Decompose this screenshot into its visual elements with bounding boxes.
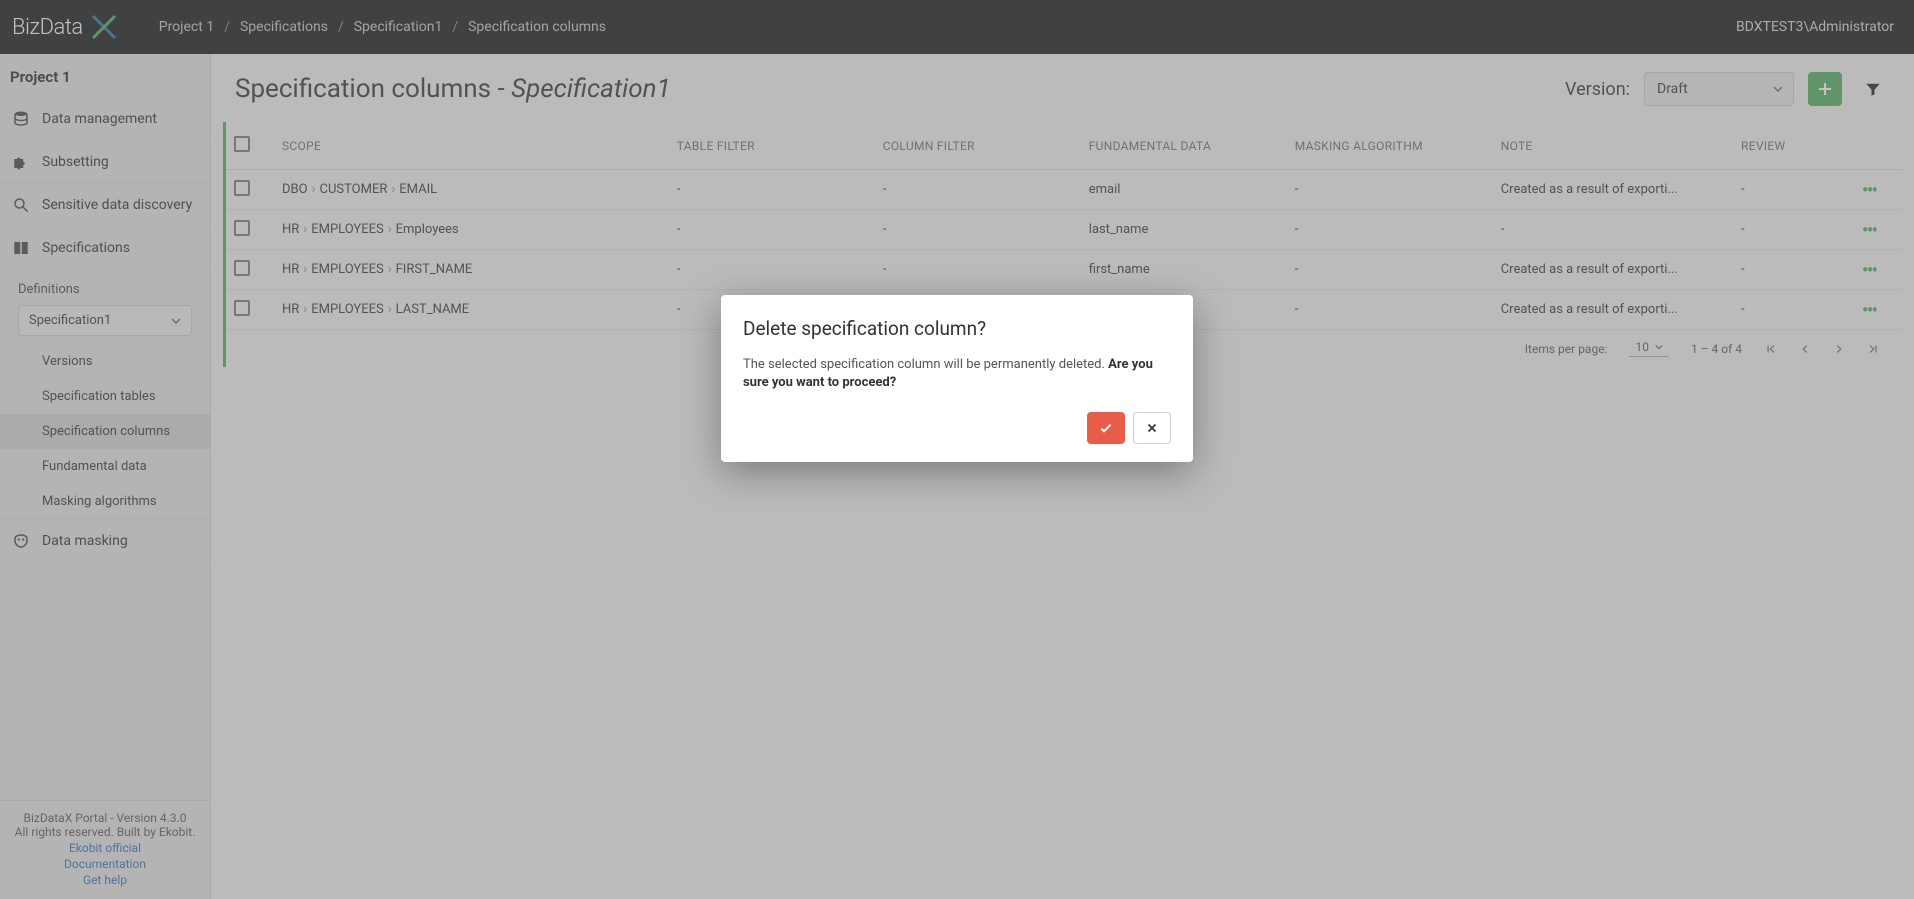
delete-confirm-modal: Delete specification column? The selecte…	[721, 295, 1193, 462]
close-icon	[1145, 421, 1159, 435]
confirm-delete-button[interactable]	[1087, 412, 1125, 444]
cancel-delete-button[interactable]	[1133, 412, 1171, 444]
modal-overlay[interactable]: Delete specification column? The selecte…	[0, 0, 1914, 899]
modal-title: Delete specification column?	[743, 317, 1171, 340]
modal-text: The selected specification column will b…	[743, 356, 1171, 392]
check-icon	[1098, 420, 1114, 436]
